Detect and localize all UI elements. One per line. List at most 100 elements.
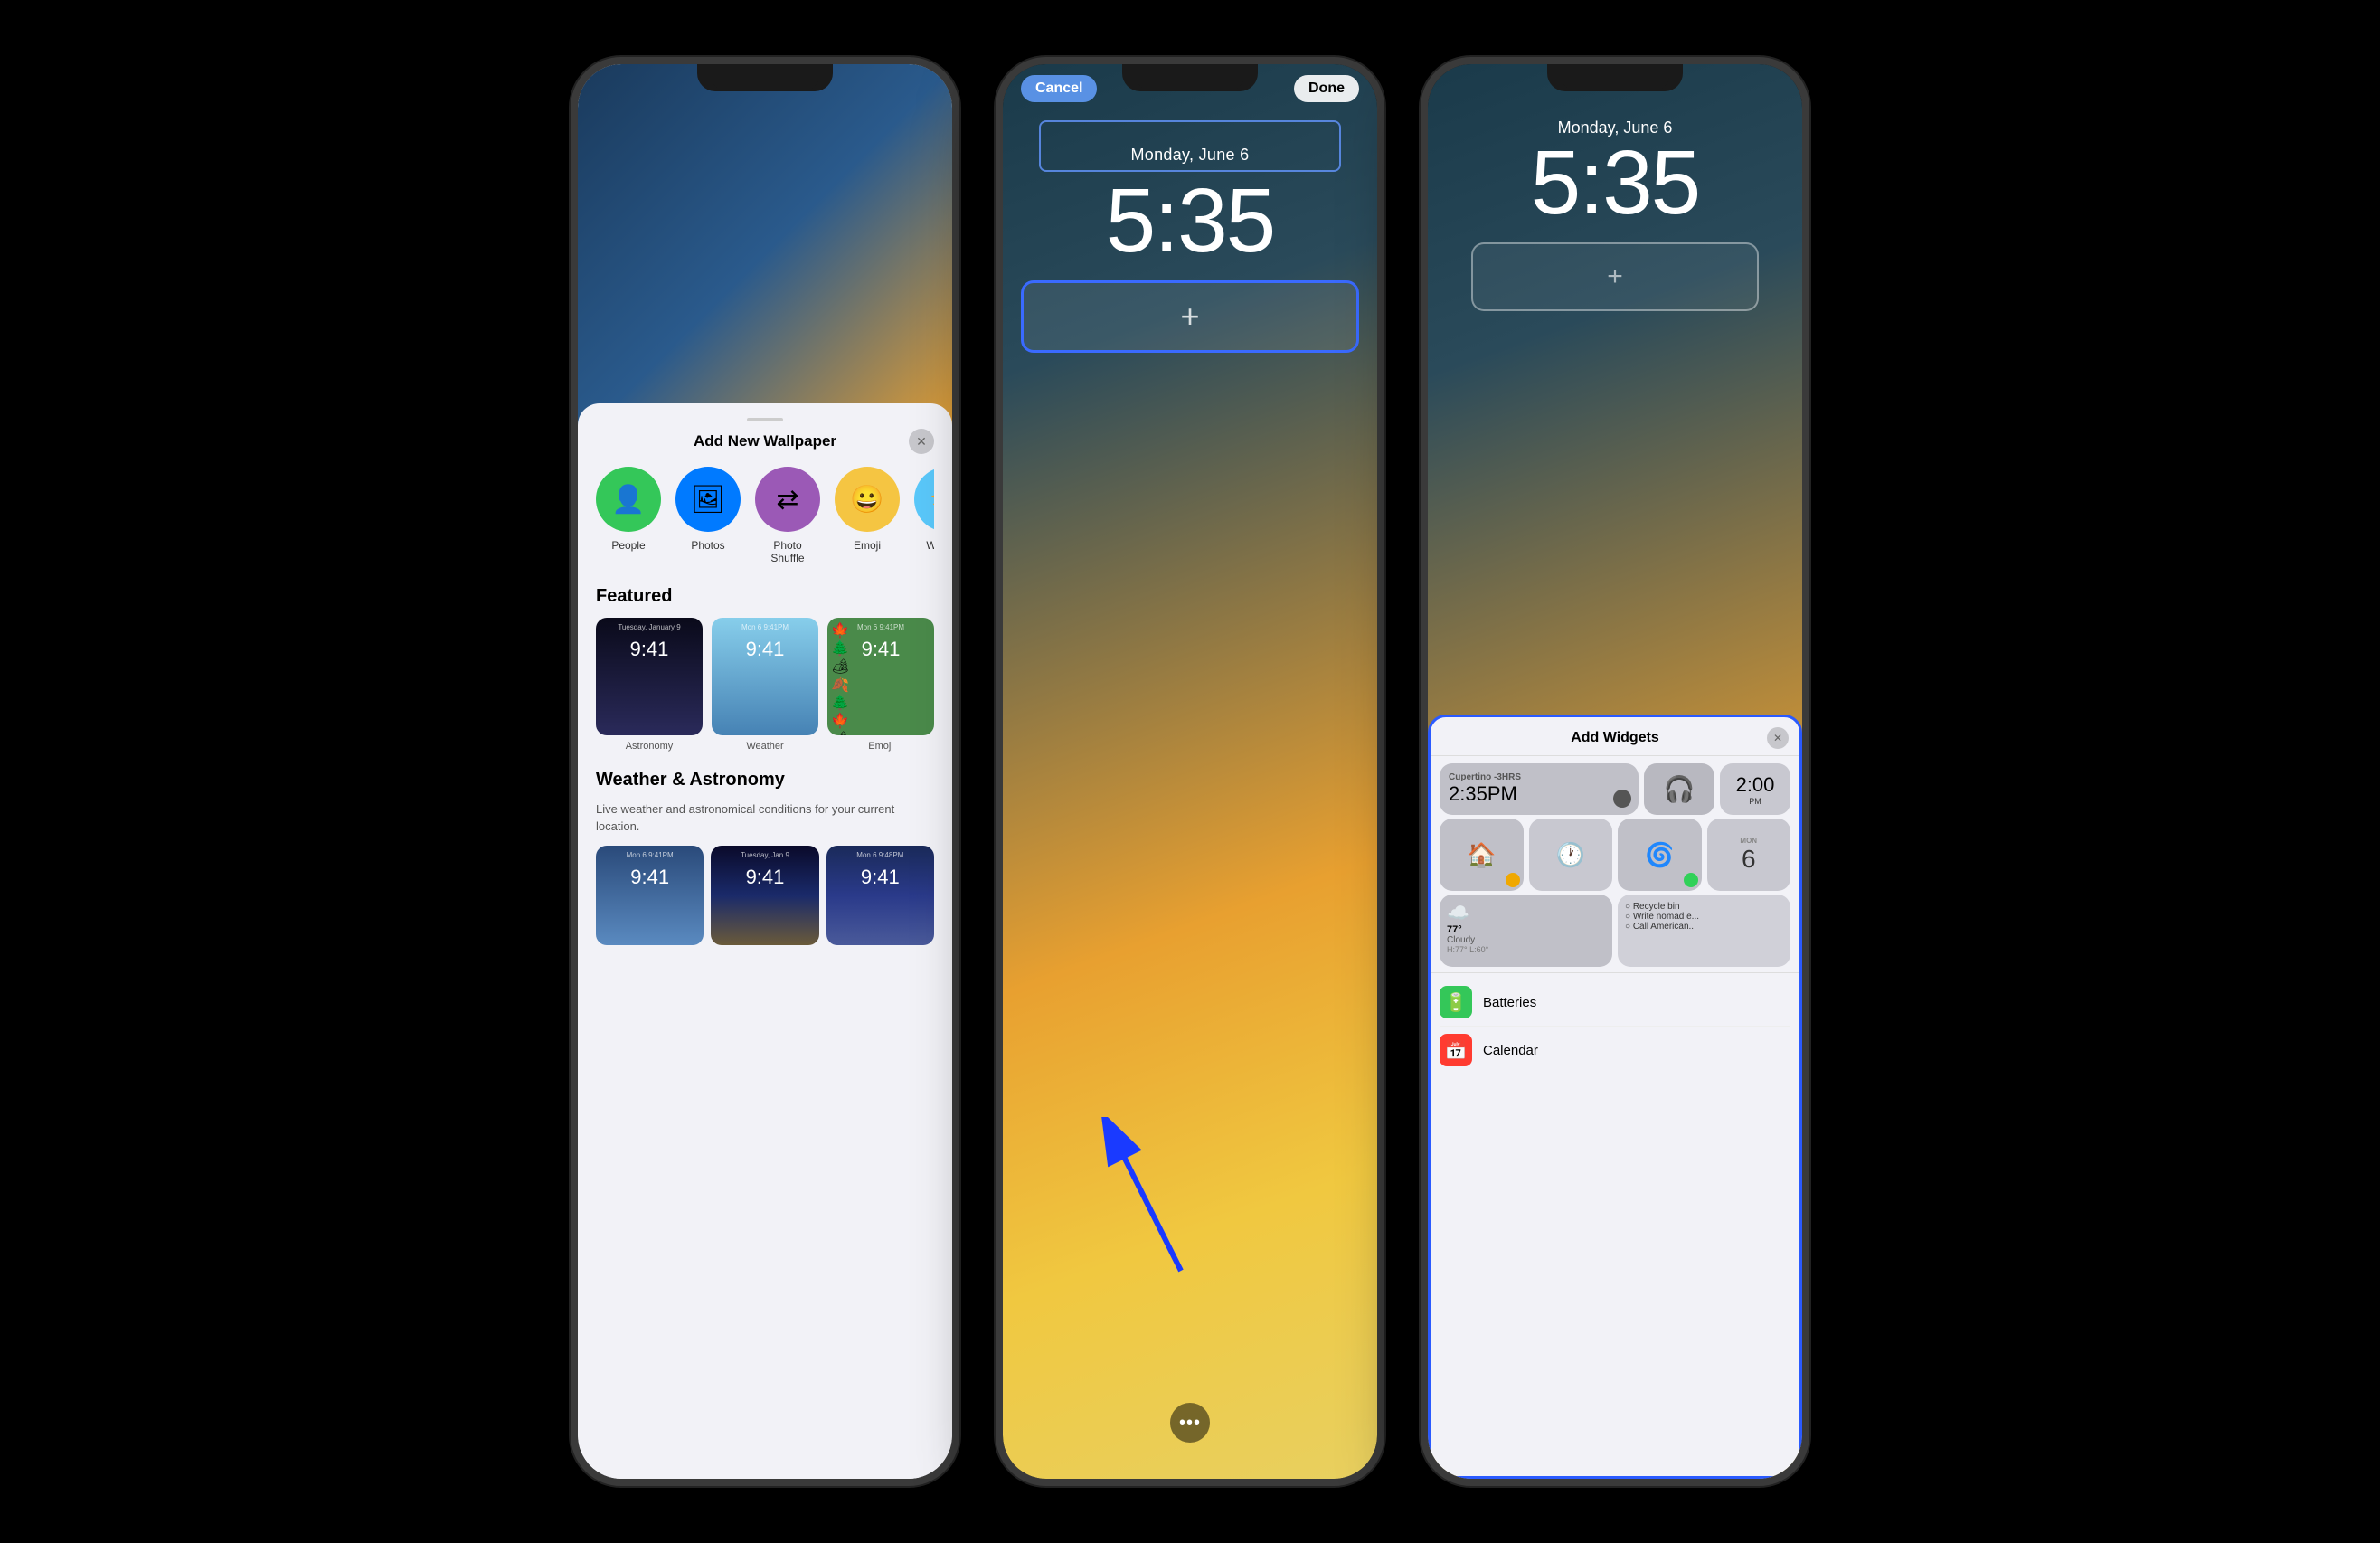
- weather-thumb-2[interactable]: Tuesday, Jan 9 9:41: [711, 846, 818, 945]
- type-weather[interactable]: ⛅ Weather: [914, 467, 934, 564]
- calendar-time: 2:00: [1736, 773, 1775, 797]
- activity-widget[interactable]: 🌀: [1618, 819, 1702, 891]
- wt1-clock: 9:41: [630, 866, 669, 889]
- weather-astronomy-grid: Mon 6 9:41PM 9:41 Tuesday, Jan 9 9:41 Mo…: [596, 846, 934, 945]
- featured-emoji[interactable]: 🍁🌲🏕🍂🌲🍁🏕🎄🍂🌲🍁🏕🌲🍁🎄🍂🍁🌲🏕🍂🌲🍁🏕🎄🍂🌲🍁🏕🌲🍁🎄🍂 Mon 6 9…: [827, 618, 934, 752]
- weather-widget-large[interactable]: Cupertino -3HRS 2:35PM: [1440, 763, 1639, 815]
- wt3-clock: 9:41: [861, 866, 900, 889]
- phone3-time: 5:35: [1450, 137, 1780, 228]
- side-button-right: [956, 317, 959, 399]
- batteries-app-item[interactable]: 🔋 Batteries: [1440, 979, 1790, 1027]
- notch-3: [1561, 64, 1669, 91]
- phone3-plus-icon: +: [1607, 261, 1623, 292]
- wallpaper-types-row: 👤 People 🖼 Photos ⇄ PhotoShuffle 😀 Emoji…: [596, 467, 934, 564]
- weather-time: Mon 6 9:41PM: [741, 623, 789, 631]
- batteries-app-label: Batteries: [1483, 995, 1536, 1010]
- wt2-time: Tuesday, Jan 9: [741, 851, 789, 859]
- phone2-widget-add-box[interactable]: +: [1021, 280, 1359, 353]
- phone3-screen: Monday, June 6 5:35 + Add Widgets ✕ Cupe…: [1428, 64, 1802, 1479]
- calendar-widget-sm[interactable]: 2:00 PM: [1720, 763, 1790, 815]
- arrow-indicator: [1100, 1117, 1208, 1280]
- phone2-side-left-bottom: [996, 317, 999, 372]
- weather-type-icon: ⛅: [914, 467, 934, 532]
- emoji-clock: 9:41: [862, 638, 901, 661]
- add-widgets-close-button[interactable]: ✕: [1767, 727, 1789, 749]
- featured-weather[interactable]: Mon 6 9:41PM 9:41 Weather: [712, 618, 818, 752]
- weather-astronomy-header: Weather & Astronomy: [596, 770, 934, 790]
- more-options-button[interactable]: •••: [1170, 1403, 1210, 1443]
- astronomy-thumb: Tuesday, January 9 9:41: [596, 618, 703, 735]
- phone2-date-container: Monday, June 6: [1021, 120, 1359, 172]
- astronomy-label: Astronomy: [626, 741, 674, 752]
- featured-header: Featured: [596, 586, 934, 607]
- weather-bottom-widget[interactable]: ☁️ 77° Cloudy H:77° L:60°: [1440, 895, 1612, 967]
- type-emoji[interactable]: 😀 Emoji: [835, 467, 900, 564]
- emoji-label: Emoji: [868, 741, 893, 752]
- type-photos[interactable]: 🖼 Photos: [675, 467, 741, 564]
- plus-icon: +: [1180, 298, 1199, 336]
- weather-cloud-icon: ☁️: [1447, 902, 1605, 924]
- type-people[interactable]: 👤 People: [596, 467, 661, 564]
- phone2-screen: Cancel Done Monday, June 6 5:35 + •••: [1003, 64, 1377, 1479]
- astronomy-clock: 9:41: [630, 638, 669, 661]
- cal-day: MON: [1740, 837, 1757, 845]
- phone3-widget-placeholder[interactable]: +: [1471, 242, 1759, 311]
- type-photo-shuffle[interactable]: ⇄ PhotoShuffle: [755, 467, 820, 564]
- add-widgets-sheet: Add Widgets ✕ Cupertino -3HRS 2:35PM 🎧 2…: [1428, 715, 1802, 1479]
- phone2-side-right: [1381, 317, 1384, 399]
- airpods-widget[interactable]: 🎧: [1644, 763, 1714, 815]
- cancel-button[interactable]: Cancel: [1021, 75, 1097, 102]
- astronomy-time: Tuesday, January 9: [618, 623, 680, 631]
- calendar-app-icon: 📅: [1440, 1034, 1472, 1066]
- people-icon: 👤: [596, 467, 661, 532]
- home-widget[interactable]: 🏠: [1440, 819, 1524, 891]
- weather-astronomy-desc: Live weather and astronomical conditions…: [596, 801, 934, 834]
- notch-2: [1136, 64, 1244, 91]
- photos-label: Photos: [691, 539, 724, 552]
- sheet-header: Add New Wallpaper ✕: [596, 432, 934, 450]
- calendar-label: PM: [1749, 797, 1761, 806]
- phone-3: Monday, June 6 5:35 + Add Widgets ✕ Cupe…: [1421, 57, 1809, 1486]
- wt1-time: Mon 6 9:41PM: [627, 851, 674, 859]
- phone3-side-left-top: [1421, 245, 1424, 299]
- app-list: 🔋 Batteries 📅 Calendar: [1431, 972, 1799, 1080]
- clock-widget[interactable]: 🕐: [1529, 819, 1613, 891]
- weather-thumb: Mon 6 9:41PM 9:41: [712, 618, 818, 735]
- phone-1: Add New Wallpaper ✕ 👤 People 🖼 Photos ⇄ …: [571, 57, 959, 1486]
- close-button[interactable]: ✕: [909, 429, 934, 454]
- add-widgets-header: Add Widgets ✕: [1431, 717, 1799, 756]
- phone2-time: 5:35: [1003, 175, 1377, 266]
- photo-shuffle-icon: ⇄: [755, 467, 820, 532]
- widget-grid-row2: 🏠 🕐 🌀 MON 6: [1431, 819, 1799, 895]
- weather-location: Cupertino -3HRS: [1449, 772, 1629, 782]
- side-button-left-bottom: [571, 317, 574, 372]
- phone2-side-left-top: [996, 245, 999, 299]
- calendar-app-item[interactable]: 📅 Calendar: [1440, 1027, 1790, 1074]
- widget-grid-row3: ☁️ 77° Cloudy H:77° L:60° ○ Recycle bin …: [1431, 895, 1799, 972]
- batteries-app-icon: 🔋: [1440, 986, 1472, 1018]
- wt3-time: Mon 6 9:48PM: [856, 851, 903, 859]
- sheet-handle: [747, 418, 783, 421]
- add-wallpaper-sheet: Add New Wallpaper ✕ 👤 People 🖼 Photos ⇄ …: [578, 403, 952, 1479]
- phone3-side-left-bottom: [1421, 317, 1424, 372]
- phone3-header: Monday, June 6 5:35 +: [1428, 64, 1802, 311]
- emoji-time: Mon 6 9:41PM: [857, 623, 904, 631]
- sheet-title: Add New Wallpaper: [694, 432, 836, 450]
- home-status-dot: [1506, 873, 1520, 887]
- photos-icon: 🖼: [675, 467, 741, 532]
- emoji-icon: 😀: [835, 467, 900, 532]
- weather-thumb-1[interactable]: Mon 6 9:41PM 9:41: [596, 846, 704, 945]
- featured-grid: Tuesday, January 9 9:41 Astronomy Mon 6 …: [596, 618, 934, 752]
- photo-shuffle-label: PhotoShuffle: [770, 539, 804, 564]
- widget-grid-row1: Cupertino -3HRS 2:35PM 🎧 2:00 PM: [1431, 756, 1799, 819]
- weather-temp-display: 2:35PM: [1449, 782, 1629, 806]
- reminders-widget[interactable]: ○ Recycle bin ○ Write nomad e... ○ Call …: [1618, 895, 1790, 967]
- notch-1: [711, 64, 819, 91]
- weather-thumb-3[interactable]: Mon 6 9:48PM 9:41: [826, 846, 934, 945]
- featured-astronomy[interactable]: Tuesday, January 9 9:41 Astronomy: [596, 618, 703, 752]
- weather-type-label: Weather: [926, 539, 934, 552]
- done-button[interactable]: Done: [1294, 75, 1359, 102]
- reminder-1: ○ Recycle bin: [1625, 902, 1783, 912]
- calendar-date-widget[interactable]: MON 6: [1707, 819, 1791, 891]
- side-button-left-top: [571, 245, 574, 299]
